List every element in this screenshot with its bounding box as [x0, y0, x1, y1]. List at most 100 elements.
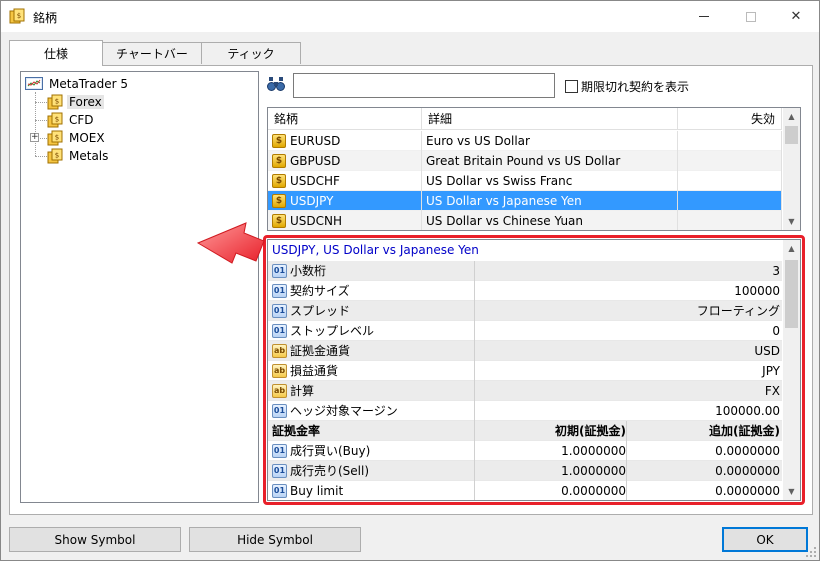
- property-value: 100000: [474, 281, 780, 301]
- binoculars-icon: [267, 77, 285, 91]
- currency-pair-icon: $: [272, 194, 286, 208]
- scroll-down-icon[interactable]: ▼: [783, 213, 800, 230]
- additional-margin-value: 0.0000000: [626, 481, 780, 500]
- scroll-up-icon[interactable]: ▲: [783, 240, 800, 257]
- properties-scrollbar[interactable]: ▲ ▼: [783, 240, 800, 500]
- currency-pair-icon: $: [272, 154, 286, 168]
- additional-margin-value: 0.0000000: [626, 461, 780, 481]
- currency-pair-icon: $: [272, 214, 286, 228]
- svg-text:$: $: [55, 152, 59, 160]
- symbols-scrollbar[interactable]: ▲ ▼: [783, 108, 800, 230]
- symbol-properties-panel[interactable]: USDJPY, US Dollar vs Japanese Yen 01 小数桁…: [267, 239, 801, 501]
- property-row[interactable]: 01 スプレッド フローティング: [268, 301, 782, 321]
- column-header-symbol[interactable]: 銘柄: [268, 108, 422, 130]
- text-property-icon: ab: [272, 384, 287, 398]
- scroll-up-icon[interactable]: ▲: [783, 108, 800, 125]
- property-row[interactable]: 01 ヘッジ対象マージン 100000.00: [268, 401, 782, 421]
- property-label: 証拠金通貨: [290, 344, 351, 358]
- scroll-thumb[interactable]: [785, 126, 798, 144]
- property-label: 契約サイズ: [290, 284, 350, 298]
- numeric-property-icon: 01: [272, 304, 287, 318]
- column-header-expiry[interactable]: 失効: [678, 108, 782, 130]
- symbols-list-header: 銘柄 詳細 失効: [268, 108, 782, 130]
- symbol-folder-icon: $: [47, 130, 63, 146]
- show-expired-checkbox[interactable]: [565, 80, 578, 93]
- symbol-row[interactable]: $ EURUSD Euro vs US Dollar: [268, 131, 782, 151]
- svg-text:$: $: [55, 134, 59, 142]
- show-expired-label: 期限切れ契約を表示: [581, 80, 690, 94]
- initial-margin-value: 1.0000000: [474, 441, 626, 461]
- property-value: FX: [474, 381, 780, 401]
- symbol-group-tree[interactable]: MetaTrader 5 $ Forex $ CFD $ MOEX $ Meta…: [20, 71, 259, 503]
- tab-ticks[interactable]: ティック: [201, 42, 301, 64]
- tab-label: チャートバー: [116, 47, 188, 61]
- svg-text:$: $: [55, 98, 59, 106]
- symbol-row[interactable]: $ GBPUSD Great Britain Pound vs US Dolla…: [268, 151, 782, 171]
- expiry-cell: [678, 171, 782, 191]
- margin-row[interactable]: 01 Buy limit 0.0000000 0.0000000: [268, 481, 782, 500]
- tab-label: 仕様: [43, 47, 68, 61]
- tab-specification[interactable]: 仕様: [9, 40, 103, 66]
- resize-grip-icon[interactable]: [805, 546, 817, 558]
- margin-rates-label: 証拠金率: [272, 424, 321, 438]
- tree-line: [35, 120, 47, 121]
- minimize-button[interactable]: [681, 1, 727, 32]
- tree-item-forex[interactable]: $ Forex: [47, 93, 104, 111]
- terminal-icon: [25, 76, 43, 90]
- property-value: USD: [474, 341, 780, 361]
- property-row[interactable]: ab 計算 FX: [268, 381, 782, 401]
- property-value: 3: [474, 261, 780, 281]
- tree-item-cfd[interactable]: $ CFD: [47, 111, 96, 129]
- property-label: スプレッド: [290, 304, 351, 318]
- margin-row-label: 成行売り(Sell): [290, 464, 370, 478]
- margin-row[interactable]: 01 成行買い(Buy) 1.0000000 0.0000000: [268, 441, 782, 461]
- property-row[interactable]: ab 損益通貨 JPY: [268, 361, 782, 381]
- tab-chart-bars[interactable]: チャートバー: [102, 42, 202, 64]
- symbols-app-icon: $: [9, 8, 25, 24]
- scroll-thumb[interactable]: [785, 260, 798, 328]
- svg-text:$: $: [17, 12, 21, 20]
- additional-margin-value: 0.0000000: [626, 441, 780, 461]
- maximize-button[interactable]: [728, 1, 774, 32]
- close-button[interactable]: ✕: [773, 1, 819, 32]
- ok-button[interactable]: OK: [722, 527, 808, 552]
- window-title: 銘柄: [33, 11, 58, 25]
- property-row[interactable]: 01 契約サイズ 100000: [268, 281, 782, 301]
- tree-root[interactable]: MetaTrader 5: [25, 75, 130, 93]
- property-row[interactable]: 01 小数桁 3: [268, 261, 782, 281]
- title-bar: $ 銘柄 ✕: [1, 1, 819, 32]
- symbol-folder-icon: $: [47, 94, 63, 110]
- symbols-list[interactable]: 銘柄 詳細 失効 $ EURUSD Euro vs US Dollar $ GB…: [267, 107, 801, 231]
- property-row[interactable]: ab 証拠金通貨 USD: [268, 341, 782, 361]
- tree-item-moex[interactable]: $ MOEX: [47, 129, 107, 147]
- property-row[interactable]: 01 ストップレベル 0: [268, 321, 782, 341]
- show-symbol-button[interactable]: Show Symbol: [9, 527, 181, 552]
- numeric-property-icon: 01: [272, 464, 287, 478]
- text-property-icon: ab: [272, 344, 287, 358]
- expiry-cell: [678, 211, 782, 230]
- symbol-row-selected[interactable]: $ USDJPY US Dollar vs Japanese Yen: [268, 191, 782, 211]
- numeric-property-icon: 01: [272, 284, 287, 298]
- initial-margin-value: 0.0000000: [474, 481, 626, 500]
- numeric-property-icon: 01: [272, 324, 287, 338]
- tree-item-label: MOEX: [69, 131, 105, 145]
- symbol-row[interactable]: $ USDCNH US Dollar vs Chinese Yuan: [268, 211, 782, 230]
- expiry-cell: [678, 191, 782, 211]
- symbol-search-input[interactable]: [293, 73, 555, 98]
- hide-symbol-button[interactable]: Hide Symbol: [189, 527, 361, 552]
- property-value: JPY: [474, 361, 780, 381]
- maximize-icon: [746, 11, 756, 22]
- tree-line: [40, 138, 47, 139]
- margin-rates-header: 証拠金率 初期(証拠金) 追加(証拠金): [268, 421, 782, 441]
- additional-margin-header: 追加(証拠金): [626, 421, 780, 441]
- symbol-row[interactable]: $ USDCHF US Dollar vs Swiss Franc: [268, 171, 782, 191]
- expand-moex-icon[interactable]: +: [30, 133, 39, 142]
- tree-item-metals[interactable]: $ Metals: [47, 147, 110, 165]
- initial-margin-header: 初期(証拠金): [474, 421, 626, 441]
- scroll-down-icon[interactable]: ▼: [783, 483, 800, 500]
- margin-row[interactable]: 01 成行売り(Sell) 1.0000000 0.0000000: [268, 461, 782, 481]
- column-header-description[interactable]: 詳細: [422, 108, 678, 130]
- numeric-property-icon: 01: [272, 404, 287, 418]
- expiry-cell: [678, 131, 782, 151]
- tree-root-label: MetaTrader 5: [49, 77, 129, 91]
